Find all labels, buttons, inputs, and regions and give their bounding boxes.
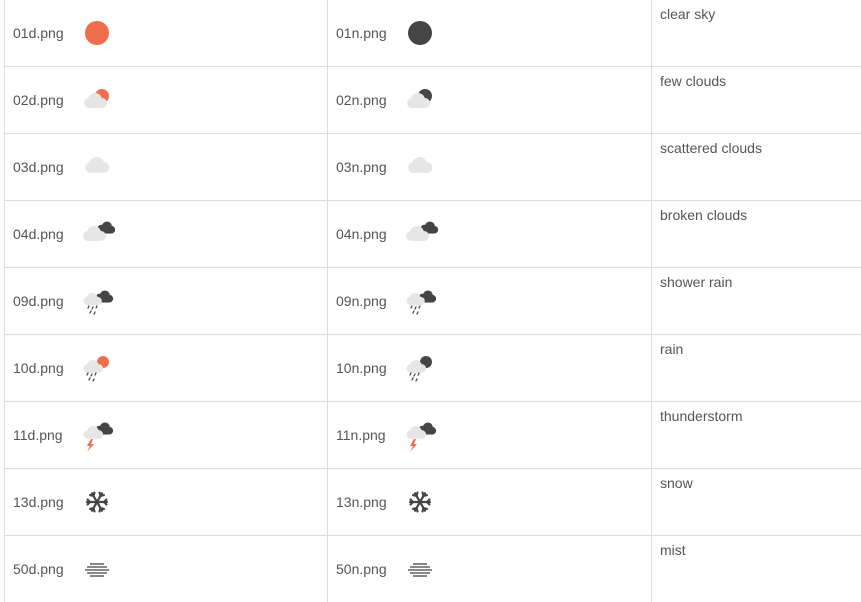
day-cell: 13d.png xyxy=(5,469,328,536)
day-file-name: 10d.png xyxy=(13,360,79,376)
night-file-name: 10n.png xyxy=(336,360,402,376)
rain-day-icon xyxy=(79,350,115,386)
thunderstorm-icon xyxy=(79,417,115,453)
day-cell: 11d.png xyxy=(5,402,328,469)
snowflake-icon xyxy=(79,484,115,520)
night-file-name: 11n.png xyxy=(336,427,402,443)
description-cell: thunderstorm xyxy=(652,402,861,469)
table-row: 04d.png 04n.png broken clouds xyxy=(5,201,861,268)
description-cell: shower rain xyxy=(652,268,861,335)
description-text: mist xyxy=(652,536,861,558)
mist-icon xyxy=(79,551,115,587)
night-cell: 04n.png xyxy=(328,201,652,268)
night-cell: 50n.png xyxy=(328,536,652,602)
night-file-name: 03n.png xyxy=(336,159,402,175)
day-cell: 02d.png xyxy=(5,67,328,134)
table-row: 03d.png 03n.png scattered clouds xyxy=(5,134,861,201)
table-row: 09d.png 09n.png shower rain xyxy=(5,268,861,335)
night-cell: 03n.png xyxy=(328,134,652,201)
scattered-clouds-icon xyxy=(402,149,438,185)
night-cell: 09n.png xyxy=(328,268,652,335)
day-file-name: 03d.png xyxy=(13,159,79,175)
day-cell: 09d.png xyxy=(5,268,328,335)
day-file-name: 13d.png xyxy=(13,494,79,510)
weather-icon-table-body: 01d.png 01n.png clear sky 02d.png 02n.pn… xyxy=(5,0,861,602)
shower-rain-icon xyxy=(402,283,438,319)
night-cell: 01n.png xyxy=(328,0,652,67)
shower-rain-icon xyxy=(79,283,115,319)
weather-icon-table: 01d.png 01n.png clear sky 02d.png 02n.pn… xyxy=(4,0,861,602)
moon-icon xyxy=(402,15,438,51)
night-cell: 02n.png xyxy=(328,67,652,134)
description-cell: rain xyxy=(652,335,861,402)
description-text: shower rain xyxy=(652,268,861,290)
day-file-name: 04d.png xyxy=(13,226,79,242)
description-cell: few clouds xyxy=(652,67,861,134)
description-text: broken clouds xyxy=(652,201,861,223)
day-file-name: 02d.png xyxy=(13,92,79,108)
table-row: 01d.png 01n.png clear sky xyxy=(5,0,861,67)
table-row: 10d.png 10n.png rain xyxy=(5,335,861,402)
day-cell: 01d.png xyxy=(5,0,328,67)
description-cell: clear sky xyxy=(652,0,861,67)
rain-night-icon xyxy=(402,350,438,386)
night-file-name: 09n.png xyxy=(336,293,402,309)
night-file-name: 50n.png xyxy=(336,561,402,577)
description-cell: broken clouds xyxy=(652,201,861,268)
night-cell: 13n.png xyxy=(328,469,652,536)
day-file-name: 11d.png xyxy=(13,427,79,443)
broken-clouds-icon xyxy=(79,216,115,252)
night-file-name: 02n.png xyxy=(336,92,402,108)
night-file-name: 04n.png xyxy=(336,226,402,242)
description-text: few clouds xyxy=(652,67,861,89)
night-cell: 11n.png xyxy=(328,402,652,469)
description-cell: scattered clouds xyxy=(652,134,861,201)
day-cell: 04d.png xyxy=(5,201,328,268)
broken-clouds-icon xyxy=(402,216,438,252)
few-clouds-day-icon xyxy=(79,82,115,118)
night-file-name: 13n.png xyxy=(336,494,402,510)
description-text: clear sky xyxy=(652,0,861,22)
day-cell: 10d.png xyxy=(5,335,328,402)
description-cell: snow xyxy=(652,469,861,536)
thunderstorm-icon xyxy=(402,417,438,453)
day-cell: 50d.png xyxy=(5,536,328,602)
table-row: 13d.png 13n.png snow xyxy=(5,469,861,536)
description-cell: mist xyxy=(652,536,861,602)
description-text: thunderstorm xyxy=(652,402,861,424)
day-file-name: 50d.png xyxy=(13,561,79,577)
table-row: 02d.png 02n.png few clouds xyxy=(5,67,861,134)
day-file-name: 09d.png xyxy=(13,293,79,309)
night-cell: 10n.png xyxy=(328,335,652,402)
description-text: snow xyxy=(652,469,861,491)
few-clouds-night-icon xyxy=(402,82,438,118)
description-text: scattered clouds xyxy=(652,134,861,156)
description-text: rain xyxy=(652,335,861,357)
snowflake-icon xyxy=(402,484,438,520)
table-row: 50d.png 50n.png mist xyxy=(5,536,861,602)
scattered-clouds-icon xyxy=(79,149,115,185)
night-file-name: 01n.png xyxy=(336,25,402,41)
table-row: 11d.png 11n.png thunderstorm xyxy=(5,402,861,469)
day-cell: 03d.png xyxy=(5,134,328,201)
mist-icon xyxy=(402,551,438,587)
day-file-name: 01d.png xyxy=(13,25,79,41)
sun-icon xyxy=(79,15,115,51)
